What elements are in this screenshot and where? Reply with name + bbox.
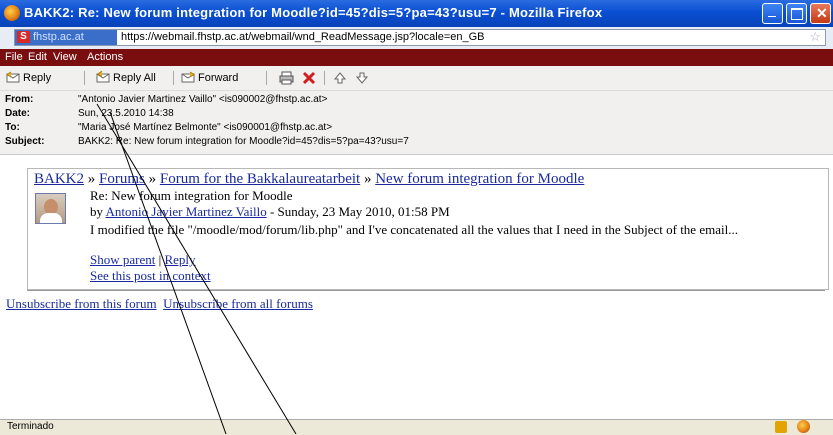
breadcrumb-forum[interactable]: Forum for the Bakkalaureatarbeit	[160, 171, 360, 187]
site-domain: fhstp.ac.at	[33, 31, 84, 43]
breadcrumb-separator: »	[360, 171, 376, 187]
forward-icon	[181, 71, 195, 83]
reply-all-icon	[96, 71, 110, 83]
close-button[interactable]: ✕	[810, 3, 831, 24]
reply-all-button[interactable]: Reply All	[96, 71, 156, 84]
toolbar-divider	[84, 71, 85, 85]
subject-value: BAKK2: Re: New forum integration for Moo…	[78, 136, 409, 147]
breadcrumb: BAKK2 » Forums » Forum for the Bakkalaur…	[34, 171, 584, 188]
toolbar-divider	[266, 71, 267, 85]
menu-edit[interactable]: Edit	[28, 51, 47, 63]
url-text: https://webmail.fhstp.ac.at/webmail/wnd_…	[121, 31, 485, 43]
from-label: From:	[5, 94, 34, 105]
menu-file[interactable]: File	[5, 51, 23, 63]
site-favicon-icon: S	[17, 31, 30, 43]
window-title: BAKK2: Re: New forum integration for Moo…	[24, 5, 603, 20]
previous-message-icon[interactable]	[333, 71, 347, 85]
toolbar-divider	[324, 71, 325, 85]
date-value: Sun, 23.5.2010 14:38	[78, 108, 174, 119]
breadcrumb-separator: »	[144, 171, 160, 187]
post-commands: Show parent | Reply	[90, 252, 196, 268]
see-context-link[interactable]: See this post in context	[90, 268, 211, 283]
next-message-icon[interactable]	[355, 71, 369, 85]
header-date: Date: Sun, 23.5.2010 14:38	[5, 108, 174, 119]
breadcrumb-discussion[interactable]: New forum integration for Moodle	[375, 171, 584, 187]
author-link[interactable]: Antonio Javier Martinez Vaillo	[106, 204, 267, 219]
unsubscribe-all-link[interactable]: Unsubscribe from all forums	[163, 296, 313, 311]
reply-all-label: Reply All	[113, 72, 156, 84]
author-avatar[interactable]	[35, 193, 66, 224]
menu-actions[interactable]: Actions	[87, 51, 123, 63]
firefox-status-icon	[797, 420, 810, 433]
print-icon[interactable]	[279, 71, 294, 85]
from-value: "Antonio Javier Martinez Vaillo" <is0900…	[78, 94, 328, 105]
url-input[interactable]: Sfhstp.ac.at https://webmail.fhstp.ac.at…	[14, 29, 826, 46]
forward-label: Forward	[198, 72, 239, 84]
post-byline: by Antonio Javier Martinez Vaillo - Sund…	[90, 204, 450, 220]
breadcrumb-separator: »	[84, 171, 100, 187]
forward-button[interactable]: Forward	[181, 71, 238, 84]
status-text: Terminado	[7, 421, 54, 432]
menu-view[interactable]: View	[53, 51, 77, 63]
post-message: I modified the file "/moodle/mod/forum/l…	[90, 222, 738, 237]
delete-icon[interactable]	[302, 71, 316, 85]
post-context: See this post in context	[90, 268, 211, 284]
to-label: To:	[5, 122, 20, 133]
message-headers: From: "Antonio Javier Martinez Vaillo" <i…	[0, 91, 833, 155]
close-icon: ✕	[816, 5, 828, 21]
to-value: "Maria José Martínez Belmonte" <is090001…	[78, 122, 333, 133]
site-identity-button[interactable]: Sfhstp.ac.at	[15, 30, 117, 45]
header-subject: Subject: BAKK2: Re: New forum integration…	[5, 136, 409, 147]
breadcrumb-forums[interactable]: Forums	[99, 171, 145, 187]
unsubscribe-forum-link[interactable]: Unsubscribe from this forum	[6, 296, 157, 311]
reply-button[interactable]: Reply	[6, 71, 51, 84]
lock-icon[interactable]	[775, 421, 787, 433]
reply-icon	[6, 71, 20, 83]
post-subject: Re: New forum integration for Moodle	[90, 188, 293, 203]
show-parent-link[interactable]: Show parent	[90, 252, 155, 267]
webmail-menubar: File Edit View Actions	[0, 49, 833, 66]
status-bar: Terminado	[0, 419, 833, 435]
unsubscribe-links: Unsubscribe from this forum Unsubscribe …	[6, 296, 313, 312]
address-bar: Sfhstp.ac.at https://webmail.fhstp.ac.at…	[0, 27, 833, 50]
toolbar-divider	[173, 71, 174, 85]
divider	[27, 290, 825, 291]
maximize-button[interactable]	[786, 3, 807, 24]
reply-label: Reply	[23, 72, 52, 84]
subject-label: Subject:	[5, 136, 45, 147]
mail-toolbar: Reply Reply All Forward	[0, 66, 833, 91]
message-body: BAKK2 » Forums » Forum for the Bakkalaur…	[0, 155, 833, 419]
forum-post: BAKK2 » Forums » Forum for the Bakkalaur…	[27, 168, 829, 290]
minimize-button[interactable]	[762, 3, 783, 24]
breadcrumb-bakk2[interactable]: BAKK2	[34, 171, 84, 187]
firefox-icon	[4, 5, 20, 21]
header-to: To: "Maria José Martínez Belmonte" <is090…	[5, 122, 332, 133]
header-from: From: "Antonio Javier Martinez Vaillo" <i…	[5, 94, 327, 105]
reply-link[interactable]: Reply	[164, 252, 195, 267]
bookmark-star-icon[interactable]: ☆	[809, 29, 821, 45]
post-date: - Sunday, 23 May 2010, 01:58 PM	[266, 204, 450, 219]
byline-prefix: by	[90, 204, 106, 219]
window-titlebar: BAKK2: Re: New forum integration for Moo…	[0, 0, 833, 27]
date-label: Date:	[5, 108, 31, 119]
